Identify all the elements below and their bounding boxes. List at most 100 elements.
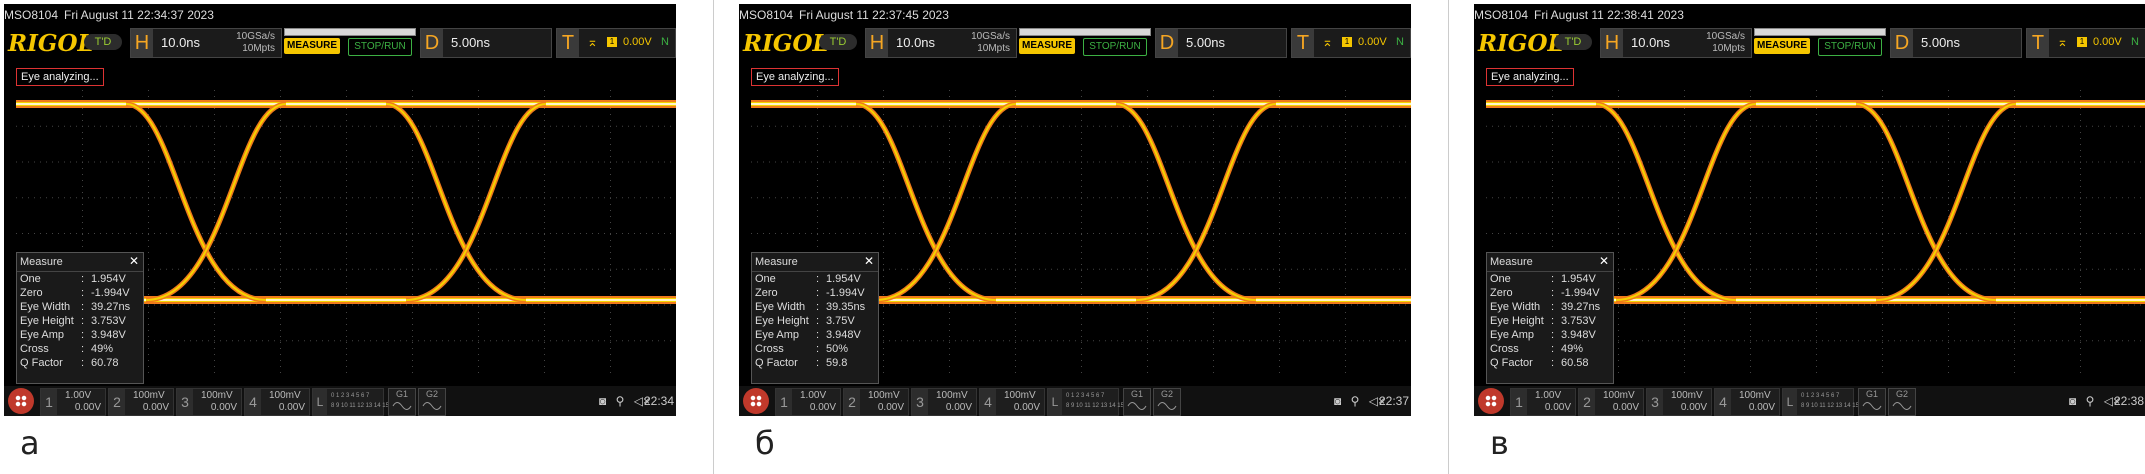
measure-button[interactable]: MEASURE — [1019, 38, 1075, 54]
td-indicator[interactable]: T'D — [819, 34, 857, 50]
channel-1-box[interactable]: 1 1.00V 0.00V — [1510, 388, 1576, 416]
measure-key: Eye Amp — [1490, 329, 1535, 341]
channel-1-box[interactable]: 1 1.00V 0.00V — [775, 388, 841, 416]
channel-4-box[interactable]: 4 100mV 0.00V — [979, 388, 1045, 416]
trigger-mode: N — [2131, 36, 2139, 48]
timebase-value: 10.0ns — [1631, 35, 1671, 50]
channel-scale: 1.00V — [65, 390, 92, 401]
measure-value: 49% — [91, 343, 114, 355]
measure-button[interactable]: MEASURE — [1754, 38, 1810, 54]
usb-icon[interactable]: ⚲ — [1351, 394, 1360, 408]
generator-1-button[interactable]: G1 — [1858, 388, 1886, 416]
measure-controls: MEASURE STOP/RUN — [284, 28, 416, 56]
home-menu-icon[interactable] — [8, 388, 34, 414]
close-icon[interactable]: ✕ — [1599, 254, 1609, 268]
measure-key: Eye Height — [20, 315, 74, 327]
channel-number: 3 — [1647, 389, 1663, 415]
trigger-box[interactable]: T ⌅ 1 0.00V N — [2026, 28, 2145, 58]
channel-scale: 100mV — [1739, 390, 1771, 401]
channel-2-box[interactable]: 2 100mV 0.00V — [108, 388, 174, 416]
channel-bar: 1 1.00V 0.00V 2 100mV 0.00V 3 100mV 0.00V 4 100mV 0… — [1474, 386, 2145, 416]
generator-1-button[interactable]: G1 — [388, 388, 416, 416]
usb-icon[interactable]: ⚲ — [616, 394, 625, 408]
usb-icon[interactable]: ⚲ — [2086, 394, 2095, 408]
channel-4-box[interactable]: 4 100mV 0.00V — [244, 388, 310, 416]
status-line: MSO8104 Fri August 11 22:37:45 2023 — [739, 4, 1411, 26]
trigger-box[interactable]: T ⌅ 1 0.00V N — [1291, 28, 1411, 58]
logic-channel-box[interactable]: L 0 1 2 3 4 5 6 7 8 9 10 11 12 13 14 15 — [1782, 388, 1859, 416]
panel-caption: в — [1490, 424, 1509, 462]
delay-box[interactable]: D 5.00ns — [420, 28, 552, 58]
measure-colon: : — [1551, 301, 1555, 313]
horizontal-timebase[interactable]: H 10.0ns 10GSa/s 10Mpts — [1600, 28, 1752, 58]
sample-rate: 10GSa/s — [971, 31, 1010, 42]
trigger-box[interactable]: T ⌅ 1 0.00V N — [556, 28, 676, 58]
logic-channel-box[interactable]: L 0 1 2 3 4 5 6 7 8 9 10 11 12 13 14 15 — [1047, 388, 1124, 416]
measure-window[interactable]: Measure ✕ One:1.954V Zero: -1.994V Eye Widt… — [1486, 252, 1614, 384]
channel-scale: 100mV — [201, 390, 233, 401]
panel-caption: а — [20, 424, 40, 462]
channel-bar: 1 1.00V 0.00V 2 100mV 0.00V 3 100mV 0.00V 4 100mV 0… — [739, 386, 1411, 416]
memory-position-bar[interactable] — [1754, 28, 1886, 36]
eye-status-message: Eye analyzing... — [16, 68, 104, 86]
camera-icon[interactable]: ◙ — [1334, 394, 1341, 408]
close-icon[interactable]: ✕ — [129, 254, 139, 268]
measure-value: 1.954V — [1561, 273, 1596, 285]
channel-scale: 100mV — [1004, 390, 1036, 401]
channel-2-box[interactable]: 2 100mV 0.00V — [1578, 388, 1644, 416]
channel-3-box[interactable]: 3 100mV 0.00V — [176, 388, 242, 416]
delay-box[interactable]: D 5.00ns — [1890, 28, 2022, 58]
measure-colon: : — [816, 343, 820, 355]
channel-1-box[interactable]: 1 1.00V 0.00V — [40, 388, 106, 416]
generator-2-button[interactable]: G2 — [1888, 388, 1916, 416]
channel-3-box[interactable]: 3 100mV 0.00V — [911, 388, 977, 416]
stop-run-button[interactable]: STOP/RUN — [1083, 38, 1147, 56]
scope-screen: MSO8104 Fri August 11 22:38:41 2023 RIGO… — [1474, 4, 2145, 416]
td-indicator[interactable]: T'D — [84, 34, 122, 50]
home-menu-icon[interactable] — [743, 388, 769, 414]
stop-run-button[interactable]: STOP/RUN — [348, 38, 412, 56]
memory-position-bar[interactable] — [284, 28, 416, 36]
measure-value: 3.948V — [826, 329, 861, 341]
td-indicator[interactable]: T'D — [1554, 34, 1592, 50]
measure-window[interactable]: Measure ✕ One:1.954V Zero: -1.994V Eye Widt… — [16, 252, 144, 384]
measure-key: Zero — [1490, 287, 1513, 299]
logic-row-2: 8 9 10 11 12 13 14 15 — [1066, 403, 1124, 409]
measure-row: Q Factor:59.8 — [752, 356, 878, 370]
channel-offset: 0.00V — [1680, 402, 1707, 413]
measure-button[interactable]: MEASURE — [284, 38, 340, 54]
channel-scale: 1.00V — [1535, 390, 1562, 401]
measure-row: Eye Height:3.753V — [17, 314, 143, 328]
channel-scale: 100mV — [936, 390, 968, 401]
horizontal-timebase[interactable]: H 10.0ns 10GSa/s 10Mpts — [130, 28, 282, 58]
channel-offset: 0.00V — [945, 402, 972, 413]
model-name: MSO8104 — [4, 8, 59, 22]
channel-2-box[interactable]: 2 100mV 0.00V — [843, 388, 909, 416]
camera-icon[interactable]: ◙ — [2069, 394, 2076, 408]
acquisition-info: 10GSa/s 10Mpts — [236, 31, 275, 55]
channel-4-box[interactable]: 4 100mV 0.00V — [1714, 388, 1780, 416]
measure-row: Eye Width:39.35ns — [752, 300, 878, 314]
delay-value: 5.00ns — [451, 35, 491, 50]
horizontal-timebase[interactable]: H 10.0ns 10GSa/s 10Mpts — [865, 28, 1017, 58]
measure-value: -1.994V — [826, 287, 865, 299]
camera-icon[interactable]: ◙ — [599, 394, 606, 408]
measure-colon: : — [1551, 287, 1555, 299]
generator-1-button[interactable]: G1 — [1123, 388, 1151, 416]
measure-colon: : — [81, 357, 85, 369]
measure-row: Zero: -1.994V — [17, 286, 143, 300]
timebase-value: 10.0ns — [896, 35, 936, 50]
home-menu-icon[interactable] — [1478, 388, 1504, 414]
measure-colon: : — [816, 287, 820, 299]
channel-3-box[interactable]: 3 100mV 0.00V — [1646, 388, 1712, 416]
generator-2-button[interactable]: G2 — [418, 388, 446, 416]
measure-row: Cross:49% — [17, 342, 143, 356]
stop-run-button[interactable]: STOP/RUN — [1818, 38, 1882, 56]
generator-2-button[interactable]: G2 — [1153, 388, 1181, 416]
close-icon[interactable]: ✕ — [864, 254, 874, 268]
measure-window[interactable]: Measure ✕ One:1.954V Zero: -1.994V Eye Widt… — [751, 252, 879, 384]
measure-window-title: Measure — [20, 256, 63, 268]
delay-box[interactable]: D 5.00ns — [1155, 28, 1287, 58]
logic-channel-box[interactable]: L 0 1 2 3 4 5 6 7 8 9 10 11 12 13 14 15 — [312, 388, 389, 416]
memory-position-bar[interactable] — [1019, 28, 1151, 36]
